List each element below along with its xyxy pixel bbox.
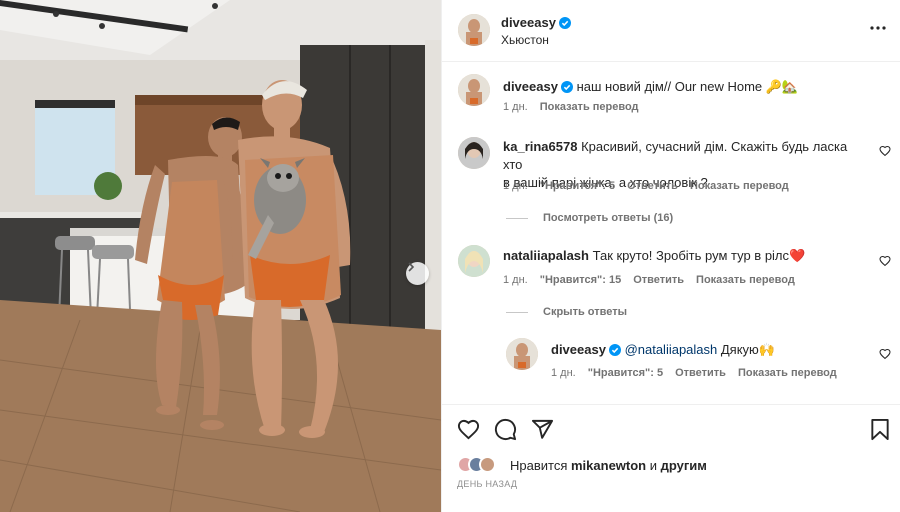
chevron-right-icon — [408, 262, 415, 272]
liked-by-others[interactable]: другим — [661, 458, 707, 473]
post-caption: diveeasy наш новий дім// Our new Home 🔑🏡 — [503, 78, 798, 96]
save-button[interactable] — [870, 418, 890, 444]
reply-reply-link[interactable]: Ответить — [675, 367, 726, 379]
reply-like-button[interactable] — [879, 348, 891, 363]
comment-translate-link[interactable]: Показать перевод — [690, 180, 789, 192]
caption-translate-link[interactable]: Показать перевод — [540, 101, 639, 113]
share-icon — [531, 419, 554, 439]
reply-username[interactable]: diveeasy — [551, 342, 606, 357]
comment-likes[interactable]: "Нравится": 5 — [540, 180, 615, 192]
comment-reply-link[interactable]: Ответить — [627, 180, 678, 192]
heart-icon — [457, 419, 480, 440]
heart-icon — [879, 145, 891, 157]
comment-time[interactable]: 1 дн. — [503, 274, 528, 286]
caption-text: наш новий дім// Our new Home 🔑🏡 — [576, 79, 799, 94]
post-photo[interactable] — [0, 0, 441, 512]
view-replies-link[interactable]: Посмотреть ответы (16) — [543, 212, 673, 224]
like-button[interactable] — [457, 418, 480, 444]
verified-badge-icon — [560, 81, 573, 93]
comment-meta: 1 дн. "Нравится": 15 Ответить Показать пере… — [503, 274, 807, 286]
comment-like-button[interactable] — [879, 255, 891, 270]
author-line: diveeasy — [501, 15, 571, 30]
thread-divider — [506, 218, 528, 219]
share-button[interactable] — [531, 418, 554, 444]
caption-avatar[interactable] — [458, 74, 490, 106]
reply-avatar[interactable] — [506, 338, 538, 370]
heart-icon — [879, 348, 891, 360]
post-sidebar: diveeasy Хьюстон diveeasy наш новий дім/… — [441, 0, 900, 512]
comment-like-button[interactable] — [879, 145, 891, 160]
reply-time[interactable]: 1 дн. — [551, 367, 576, 379]
caption-time[interactable]: 1 дн. — [503, 101, 528, 113]
post-location[interactable]: Хьюстон — [501, 33, 549, 47]
reply-text: Дякую🙌 — [717, 342, 775, 357]
comment-text: Так круто! Зробіть рум тур в рілс❤️ — [592, 248, 806, 263]
comment-avatar[interactable] — [458, 245, 490, 277]
caption-meta: 1 дн. Показать перевод — [503, 101, 651, 113]
more-options-button[interactable] — [870, 20, 886, 39]
reply-body: diveeasy @nataliiapalash Дякую🙌 — [551, 341, 775, 359]
comment-body: nataliiapalash Так круто! Зробіть рум ту… — [503, 247, 805, 265]
liker-avatars[interactable] — [457, 456, 496, 473]
reply-meta: 1 дн. "Нравится": 5 Ответить Показать перев… — [551, 367, 849, 379]
liked-by-line: Нравится mikanewton и другим — [510, 458, 707, 473]
post-timestamp[interactable]: ДЕНЬ НАЗАД — [457, 479, 517, 489]
heart-icon — [879, 255, 891, 267]
reply-likes[interactable]: "Нравится": 5 — [588, 367, 663, 379]
comment-username[interactable]: ka_rina6578 — [503, 139, 577, 154]
next-photo-button[interactable] — [406, 262, 429, 285]
bookmark-icon — [871, 418, 889, 441]
verified-badge-icon — [608, 344, 621, 356]
liked-by-user[interactable]: mikanewton — [571, 458, 646, 473]
comment-avatar[interactable] — [458, 137, 490, 169]
liked-by-and: и — [646, 458, 661, 473]
comment-reply-link[interactable]: Ответить — [633, 274, 684, 286]
reply-translate-link[interactable]: Показать перевод — [738, 367, 837, 379]
caption-username[interactable]: diveeasy — [503, 79, 558, 94]
comment-button[interactable] — [494, 418, 517, 444]
comment-meta: 1 дн. "Нравится": 5 Ответить Показать перев… — [503, 180, 801, 192]
liked-by-prefix: Нравится — [510, 458, 568, 473]
post-header: diveeasy Хьюстон — [442, 0, 900, 62]
comment-icon — [494, 418, 517, 441]
photo-scene — [0, 0, 441, 512]
verified-badge-icon — [558, 17, 571, 29]
hide-replies-link[interactable]: Скрыть ответы — [543, 306, 627, 318]
thread-divider — [506, 312, 528, 313]
post-modal: diveeasy Хьюстон diveeasy наш новий дім/… — [0, 0, 900, 512]
comment-time[interactable]: 1 дн. — [503, 180, 528, 192]
liker-avatar — [479, 456, 496, 473]
comment-likes[interactable]: "Нравится": 15 — [540, 274, 621, 286]
author-username[interactable]: diveeasy — [501, 15, 556, 30]
reply-mention[interactable]: @nataliiapalash — [625, 342, 718, 357]
author-avatar[interactable] — [458, 14, 490, 46]
more-options-icon — [870, 26, 886, 30]
comment-translate-link[interactable]: Показать перевод — [696, 274, 795, 286]
comment-username[interactable]: nataliiapalash — [503, 248, 589, 263]
